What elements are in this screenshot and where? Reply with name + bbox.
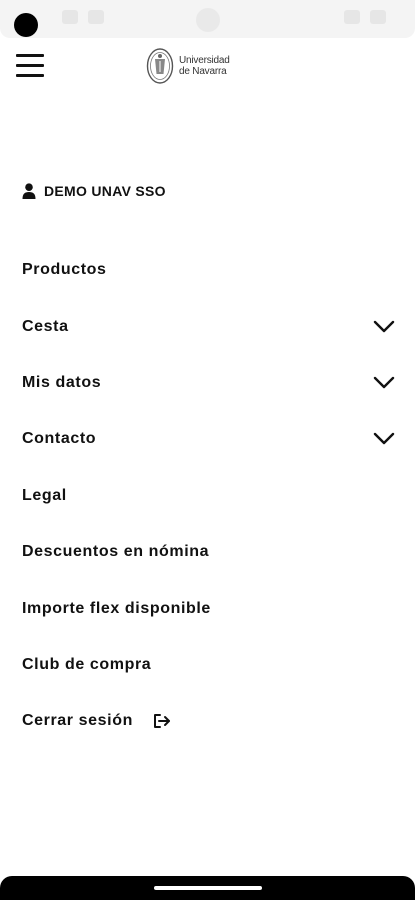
menu-item-label: Mis datos xyxy=(22,373,102,391)
menu-item-label: Cerrar sesión xyxy=(22,712,133,730)
signal-icon xyxy=(344,10,360,24)
user-name: DEMO UNAV SSO xyxy=(44,183,166,199)
menu-item-label: Contacto xyxy=(22,430,97,448)
battery-icon xyxy=(370,10,386,24)
logout-icon xyxy=(153,714,170,729)
menu-item-importe-flex[interactable]: Importe flex disponible xyxy=(0,580,415,636)
home-gesture-handle[interactable] xyxy=(154,886,262,890)
menu-item-label: Cesta xyxy=(22,317,69,335)
menu-item-productos[interactable]: Productos xyxy=(0,242,415,298)
side-menu: Productos Cesta Mis datos Contacto Legal… xyxy=(0,242,415,750)
status-bar xyxy=(0,0,415,38)
menu-item-legal[interactable]: Legal xyxy=(0,468,415,524)
user-profile: DEMO UNAV SSO xyxy=(22,180,166,202)
logo-line-1: Universidad xyxy=(179,55,230,66)
menu-item-label: Descuentos en nómina xyxy=(22,543,210,561)
app-header: Universidad de Navarra xyxy=(0,38,415,96)
system-navigation-bar xyxy=(0,876,415,900)
menu-item-label: Productos xyxy=(22,261,107,279)
menu-item-contacto[interactable]: Contacto xyxy=(0,411,415,467)
chevron-down-icon[interactable] xyxy=(373,432,395,446)
menu-item-cesta[interactable]: Cesta xyxy=(0,298,415,354)
university-seal-icon xyxy=(146,48,174,84)
logo-wordmark: Universidad de Navarra xyxy=(179,55,230,77)
notification-icon xyxy=(62,10,78,24)
chevron-down-icon[interactable] xyxy=(373,376,395,390)
menu-item-label: Importe flex disponible xyxy=(22,599,211,617)
university-logo[interactable]: Universidad de Navarra xyxy=(146,46,230,86)
menu-item-descuentos-nomina[interactable]: Descuentos en nómina xyxy=(0,524,415,580)
menu-item-cerrar-sesion[interactable]: Cerrar sesión xyxy=(0,693,415,749)
user-icon xyxy=(22,183,36,199)
hamburger-menu-icon[interactable] xyxy=(14,52,46,80)
menu-item-club-compra[interactable]: Club de compra xyxy=(0,637,415,693)
menu-item-label: Legal xyxy=(22,486,67,504)
notification-icon xyxy=(88,10,104,24)
logo-line-2: de Navarra xyxy=(179,66,227,77)
chevron-down-icon[interactable] xyxy=(373,320,395,334)
status-indicator-icon xyxy=(196,8,220,32)
camera-cutout xyxy=(14,13,38,37)
menu-item-label: Club de compra xyxy=(22,655,152,673)
app-frame: Universidad de Navarra DEMO UNAV SSO Pro… xyxy=(0,0,415,900)
menu-item-mis-datos[interactable]: Mis datos xyxy=(0,355,415,411)
